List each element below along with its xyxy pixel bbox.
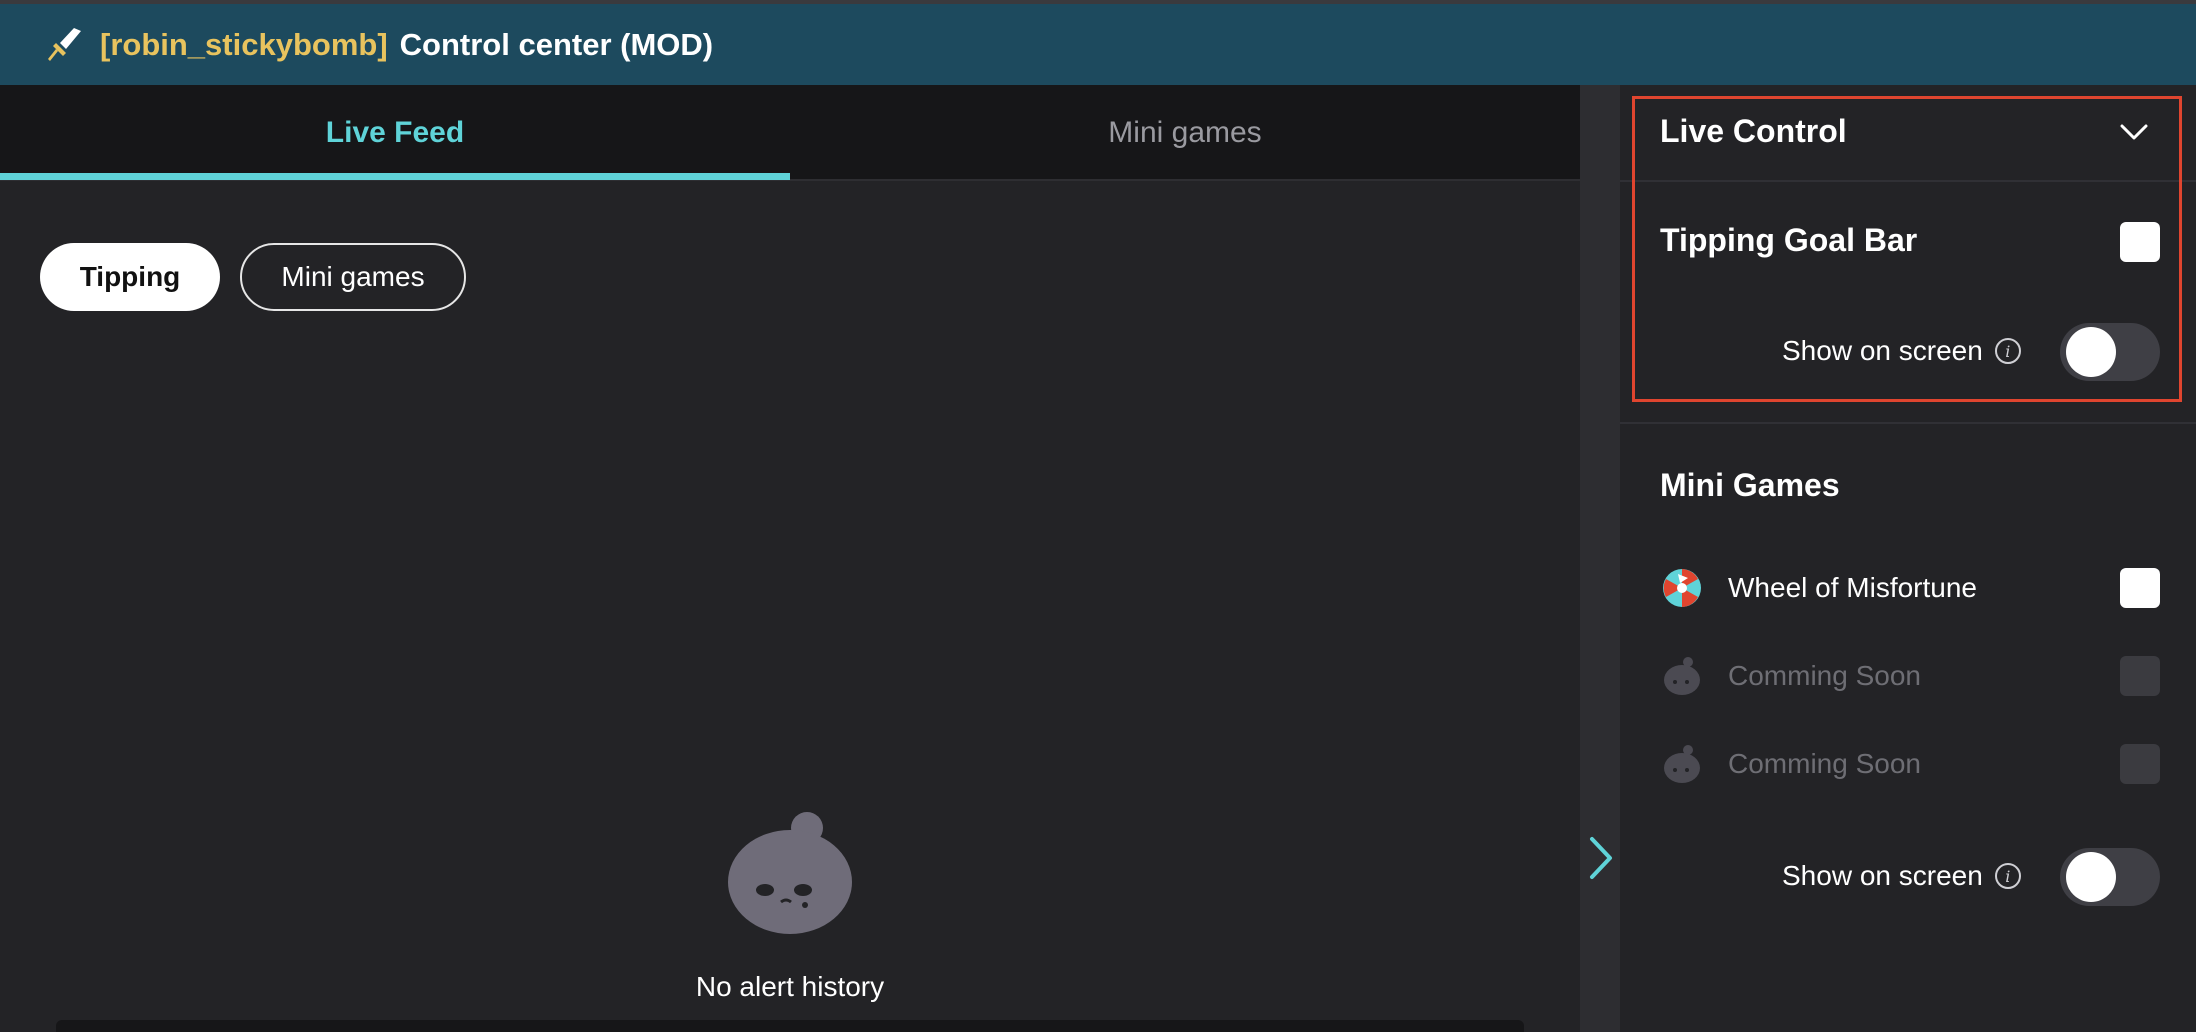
show-on-screen-text: Show on screen xyxy=(1782,860,1983,891)
wheel-of-misfortune-checkbox[interactable] xyxy=(2120,568,2160,608)
app-header: [robin_stickybomb] Control center (MOD) xyxy=(0,4,2196,85)
page-title: Control center (MOD) xyxy=(399,26,714,62)
tab-live-feed[interactable]: Live Feed xyxy=(0,85,790,181)
sword-icon xyxy=(48,27,81,61)
divider xyxy=(1620,180,2196,182)
chevron-down-icon[interactable] xyxy=(2118,120,2150,144)
show-on-screen-label: Show on screen i xyxy=(1782,860,2021,892)
tipping-goal-bar-checkbox[interactable] xyxy=(2120,222,2160,262)
show-on-screen-label: Show on screen i xyxy=(1782,335,2021,367)
toggle-knob xyxy=(2066,852,2116,902)
mini-games-show-on-screen-toggle[interactable] xyxy=(2060,848,2160,906)
info-icon[interactable]: i xyxy=(1994,338,2021,364)
toggle-knob xyxy=(2066,327,2116,377)
live-control-title: Live Control xyxy=(1660,113,1847,149)
mascot-icon xyxy=(1664,657,1700,695)
coming-soon-checkbox xyxy=(2120,744,2160,784)
info-icon[interactable]: i xyxy=(1994,863,2021,889)
divider xyxy=(1620,422,2196,424)
list-item: Comming Soon xyxy=(1660,740,1921,788)
tab-mini-games[interactable]: Mini games xyxy=(790,85,1580,181)
filter-mini-games[interactable]: Mini games xyxy=(240,243,466,311)
username: [robin_stickybomb] xyxy=(100,26,388,62)
filter-tipping[interactable]: Tipping xyxy=(40,243,220,311)
show-on-screen-toggle[interactable] xyxy=(2060,323,2160,381)
game-label: Comming Soon xyxy=(1728,660,1921,691)
wheel-icon xyxy=(1663,569,1701,607)
empty-state-text: No alert history xyxy=(695,971,885,1002)
list-item: Comming Soon xyxy=(1660,652,1921,700)
list-item: Wheel of Misfortune xyxy=(1660,564,1977,612)
live-feed-panel: Live Feed Mini games Tipping Mini games … xyxy=(0,85,1580,1032)
mascot-icon xyxy=(728,812,852,934)
feed-footer xyxy=(56,1020,1524,1032)
tab-bar: Live Feed Mini games xyxy=(0,85,1580,181)
chevron-right-icon[interactable] xyxy=(1586,835,1616,881)
game-label: Comming Soon xyxy=(1728,748,1921,779)
game-label: Wheel of Misfortune xyxy=(1728,572,1977,603)
mini-games-title: Mini Games xyxy=(1660,467,1840,503)
tipping-goal-bar-label: Tipping Goal Bar xyxy=(1660,222,1918,258)
active-tab-indicator xyxy=(0,173,790,180)
panel-toggle-column xyxy=(1580,85,1620,1032)
mascot-icon xyxy=(1664,745,1700,783)
coming-soon-checkbox xyxy=(2120,656,2160,696)
show-on-screen-text: Show on screen xyxy=(1782,335,1983,366)
